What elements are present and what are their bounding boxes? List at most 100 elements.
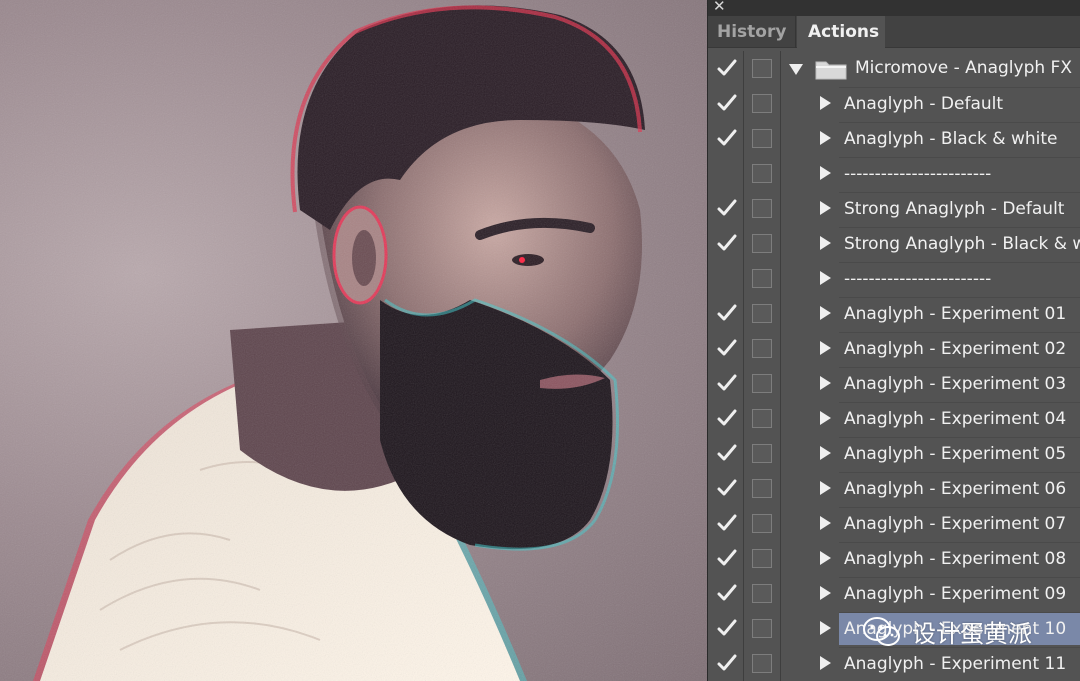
expand-right-icon[interactable] xyxy=(820,201,831,215)
checkmark-icon[interactable] xyxy=(716,618,738,638)
action-row[interactable]: Anaglyph - Experiment 05 xyxy=(708,436,1080,471)
action-label: Anaglyph - Experiment 09 xyxy=(844,584,1067,604)
action-label-cell[interactable]: Anaglyph - Experiment 04 xyxy=(839,402,1080,435)
expand-right-icon[interactable] xyxy=(820,376,831,390)
action-label-cell[interactable]: Anaglyph - Default xyxy=(839,87,1080,120)
action-row[interactable]: Anaglyph - Experiment 03 xyxy=(708,366,1080,401)
action-row[interactable]: Anaglyph - Default xyxy=(708,86,1080,121)
checkmark-icon[interactable] xyxy=(716,303,738,323)
dialog-toggle-box[interactable] xyxy=(752,164,772,183)
action-label-cell[interactable]: ------------------------ xyxy=(839,157,1080,190)
action-row[interactable]: Anaglyph - Experiment 09 xyxy=(708,576,1080,611)
expand-right-icon[interactable] xyxy=(820,446,831,460)
checkmark-icon[interactable] xyxy=(716,443,738,463)
action-label: Strong Anaglyph - Black & w xyxy=(844,234,1080,254)
action-label-cell[interactable]: Strong Anaglyph - Default xyxy=(839,192,1080,225)
checkmark-icon[interactable] xyxy=(716,338,738,358)
tab-actions[interactable]: Actions xyxy=(797,16,885,48)
checkmark-icon[interactable] xyxy=(716,198,738,218)
dialog-toggle-box[interactable] xyxy=(752,339,772,358)
action-label-cell[interactable]: Anaglyph - Experiment 07 xyxy=(839,507,1080,540)
dialog-toggle-box[interactable] xyxy=(752,549,772,568)
action-row[interactable]: Anaglyph - Experiment 02 xyxy=(708,331,1080,366)
action-label-cell[interactable]: Anaglyph - Experiment 09 xyxy=(839,577,1080,610)
expand-right-icon[interactable] xyxy=(820,341,831,355)
checkmark-icon[interactable] xyxy=(716,653,738,673)
tab-history[interactable]: History xyxy=(708,16,796,48)
action-label: Anaglyph - Experiment 08 xyxy=(844,549,1067,569)
dialog-toggle-box[interactable] xyxy=(752,304,772,323)
action-label-cell[interactable]: Anaglyph - Experiment 01 xyxy=(839,297,1080,330)
action-row[interactable]: Anaglyph - Experiment 06 xyxy=(708,471,1080,506)
column-divider xyxy=(780,331,781,366)
dialog-toggle-box[interactable] xyxy=(752,269,772,288)
action-label-cell[interactable]: Anaglyph - Experiment 06 xyxy=(839,472,1080,505)
action-row[interactable]: ------------------------ xyxy=(708,261,1080,296)
dialog-toggle-box[interactable] xyxy=(752,619,772,638)
expand-right-icon[interactable] xyxy=(820,411,831,425)
expand-right-icon[interactable] xyxy=(820,96,831,110)
action-row[interactable]: Strong Anaglyph - Default xyxy=(708,191,1080,226)
action-row[interactable]: Anaglyph - Experiment 04 xyxy=(708,401,1080,436)
dialog-toggle-box[interactable] xyxy=(752,94,772,113)
action-row[interactable]: Strong Anaglyph - Black & w xyxy=(708,226,1080,261)
action-row[interactable]: Anaglyph - Experiment 01 xyxy=(708,296,1080,331)
dialog-toggle-box[interactable] xyxy=(752,654,772,673)
checkmark-icon[interactable] xyxy=(716,513,738,533)
checkmark-icon[interactable] xyxy=(716,478,738,498)
dialog-toggle-box[interactable] xyxy=(752,479,772,498)
expand-right-icon[interactable] xyxy=(820,586,831,600)
expand-down-icon[interactable] xyxy=(789,64,803,75)
expand-right-icon[interactable] xyxy=(820,621,831,635)
action-label-cell[interactable]: ------------------------ xyxy=(839,262,1080,295)
checkmark-icon[interactable] xyxy=(716,548,738,568)
column-divider xyxy=(780,296,781,331)
expand-right-icon[interactable] xyxy=(820,656,831,670)
expand-right-icon[interactable] xyxy=(820,551,831,565)
toggle-empty[interactable] xyxy=(716,268,738,288)
checkmark-icon[interactable] xyxy=(716,373,738,393)
checkmark-icon[interactable] xyxy=(716,583,738,603)
action-row[interactable]: Anaglyph - Experiment 08 xyxy=(708,541,1080,576)
checkmark-icon[interactable] xyxy=(716,408,738,428)
action-label-cell[interactable]: Micromove - Anaglyph FX xyxy=(855,52,1080,85)
expand-right-icon[interactable] xyxy=(820,306,831,320)
dialog-toggle-box[interactable] xyxy=(752,374,772,393)
canvas-photo xyxy=(0,0,707,681)
dialog-toggle-box[interactable] xyxy=(752,409,772,428)
column-divider xyxy=(743,506,744,541)
action-label-cell[interactable]: Anaglyph - Experiment 02 xyxy=(839,332,1080,365)
action-label-cell[interactable]: Anaglyph - Experiment 03 xyxy=(839,367,1080,400)
dialog-toggle-box[interactable] xyxy=(752,129,772,148)
expand-right-icon[interactable] xyxy=(820,481,831,495)
column-divider xyxy=(743,576,744,611)
action-label-cell[interactable]: Anaglyph - Experiment 05 xyxy=(839,437,1080,470)
column-divider xyxy=(743,646,744,681)
checkmark-icon[interactable] xyxy=(716,233,738,253)
expand-right-icon[interactable] xyxy=(820,131,831,145)
action-row[interactable]: ------------------------ xyxy=(708,156,1080,191)
expand-right-icon[interactable] xyxy=(820,236,831,250)
close-icon[interactable]: ✕ xyxy=(713,0,726,14)
expand-right-icon[interactable] xyxy=(820,516,831,530)
toggle-empty[interactable] xyxy=(716,163,738,183)
expand-right-icon[interactable] xyxy=(820,166,831,180)
action-set-row[interactable]: Micromove - Anaglyph FX xyxy=(708,51,1080,86)
expand-right-icon[interactable] xyxy=(820,271,831,285)
dialog-toggle-box[interactable] xyxy=(752,199,772,218)
dialog-toggle-box[interactable] xyxy=(752,444,772,463)
checkmark-icon[interactable] xyxy=(716,93,738,113)
action-row[interactable]: Anaglyph - Black & white xyxy=(708,121,1080,156)
action-label-cell[interactable]: Strong Anaglyph - Black & w xyxy=(839,227,1080,260)
action-label-cell[interactable]: Anaglyph - Experiment 08 xyxy=(839,542,1080,575)
checkmark-icon[interactable] xyxy=(716,128,738,148)
action-label-cell[interactable]: Anaglyph - Black & white xyxy=(839,122,1080,155)
checkmark-icon[interactable] xyxy=(716,58,738,78)
action-row[interactable]: Anaglyph - Experiment 07 xyxy=(708,506,1080,541)
action-label: ------------------------ xyxy=(844,164,992,184)
dialog-toggle-box[interactable] xyxy=(752,584,772,603)
column-divider xyxy=(743,401,744,436)
dialog-toggle-box[interactable] xyxy=(752,234,772,253)
dialog-toggle-box[interactable] xyxy=(752,59,772,78)
dialog-toggle-box[interactable] xyxy=(752,514,772,533)
